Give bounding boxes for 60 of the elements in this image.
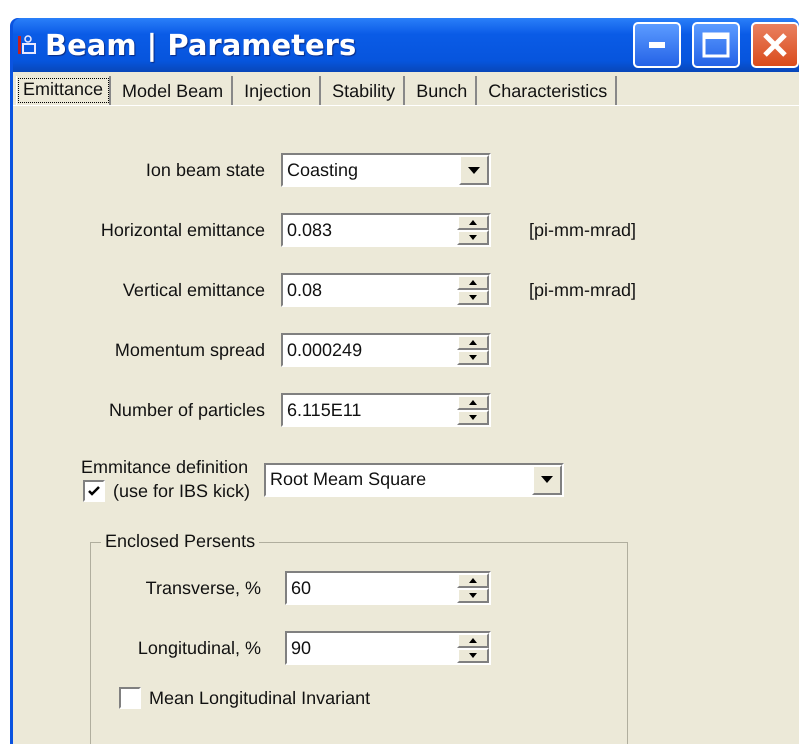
spin-down-button[interactable]: [457, 410, 489, 425]
maximize-icon: [702, 32, 730, 58]
spin-up-button[interactable]: [457, 573, 489, 588]
checkbox-label: Mean Longitudinal Invariant: [149, 688, 370, 708]
checkbox[interactable]: [119, 687, 141, 709]
window-title: Beam | Parameters: [45, 28, 358, 62]
spin-field[interactable]: 6.115E11: [281, 393, 491, 427]
caret-icon: [468, 166, 480, 174]
up-arrow-icon: [469, 340, 477, 345]
up-arrow-icon: [469, 280, 477, 285]
spin-up-button[interactable]: [457, 633, 489, 648]
field-label: Longitudinal, %: [136, 638, 261, 658]
up-arrow-icon: [469, 220, 477, 225]
spin-up-button[interactable]: [457, 335, 489, 350]
tab[interactable]: Emittance: [16, 76, 112, 105]
spin-down-button[interactable]: [457, 588, 489, 603]
maximize-button[interactable]: [692, 22, 740, 68]
field-label: Transverse, %: [144, 578, 261, 598]
dropdown-field[interactable]: Coasting: [281, 153, 491, 187]
spin-down-button[interactable]: [457, 350, 489, 365]
field-label: Ion beam state: [144, 160, 265, 180]
close-button[interactable]: [751, 22, 799, 68]
down-arrow-icon: [469, 235, 477, 240]
spin-field[interactable]: 90: [285, 631, 491, 665]
down-arrow-icon: [469, 653, 477, 658]
field-label: Number of particles: [108, 400, 265, 420]
spin-field[interactable]: 60: [285, 571, 491, 605]
minimize-icon: [649, 42, 665, 48]
dropdown-field[interactable]: Root Meam Square: [264, 462, 564, 496]
up-arrow-icon: [469, 400, 477, 405]
minimize-button[interactable]: [633, 22, 681, 68]
spin-up-button[interactable]: [457, 215, 489, 230]
close-icon: [762, 32, 788, 58]
spin-up-button[interactable]: [457, 395, 489, 410]
field-label: Vertical emittance: [122, 280, 265, 300]
field-label: Horizontal emittance: [100, 220, 265, 240]
spin-field[interactable]: 0.08: [281, 273, 491, 307]
dropdown-button[interactable]: [532, 464, 562, 494]
check-mark-icon: [88, 485, 100, 497]
spin-field[interactable]: 0.083: [281, 213, 491, 247]
spin-up-button[interactable]: [457, 275, 489, 290]
down-arrow-icon: [469, 593, 477, 598]
unit-label: [pi-mm-mrad]: [529, 220, 637, 240]
caret-icon: [541, 476, 554, 483]
app-icon: [17, 34, 37, 56]
up-arrow-icon: [469, 578, 477, 583]
spin-down-button[interactable]: [457, 290, 489, 305]
dropdown-button[interactable]: [459, 155, 489, 185]
spin-down-button[interactable]: [457, 648, 489, 663]
checkbox-label: (use for IBS kick): [113, 480, 250, 502]
field-label: Emmitance definition: [81, 457, 250, 478]
down-arrow-icon: [469, 295, 477, 300]
up-arrow-icon: [469, 638, 477, 643]
field-label: Momentum spread: [114, 340, 265, 360]
down-arrow-icon: [469, 415, 477, 420]
spin-down-button[interactable]: [457, 230, 489, 245]
down-arrow-icon: [469, 355, 477, 360]
spin-field[interactable]: 0.000249: [281, 333, 491, 367]
unit-label: [pi-mm-mrad]: [529, 280, 637, 300]
checkbox[interactable]: [83, 480, 105, 502]
